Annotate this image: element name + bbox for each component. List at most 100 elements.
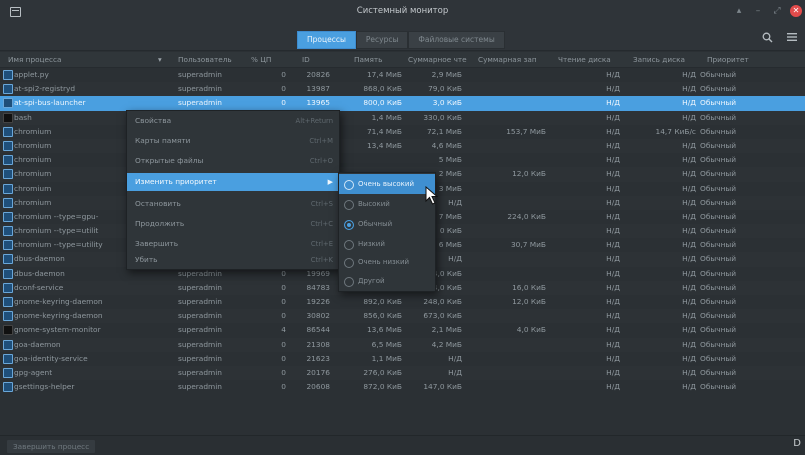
table-row[interactable]: gnome-keyring-daemon superadmin 0 30802 856,…: [0, 309, 805, 324]
cell-wtotal: [470, 338, 546, 352]
cell-mem: 13,6 МиБ: [366, 325, 402, 335]
hamburger-menu-icon[interactable]: [787, 32, 797, 45]
cell-wdisk: Н/Д: [682, 112, 696, 122]
cell-pid: 30802: [306, 311, 330, 321]
cell-mem: 856,0 КиБ: [363, 311, 402, 321]
col-header-pid[interactable]: ID: [302, 52, 332, 67]
col-header-total-write[interactable]: Суммарная зап: [478, 52, 558, 67]
priority-normal[interactable]: Обычный: [339, 214, 435, 234]
search-icon[interactable]: [762, 32, 773, 46]
priority-custom[interactable]: Другой: [339, 271, 435, 291]
cell-cpu: 4: [281, 325, 286, 335]
table-row[interactable]: chromium 5 МиБ Н/Д Н/Д Обычный: [0, 153, 805, 167]
priority-low[interactable]: Низкий: [339, 234, 435, 254]
cell-prio: Обычный: [700, 155, 737, 165]
process-icon: [3, 254, 13, 265]
cell-wdisk: Н/Д: [682, 382, 696, 392]
cell-cpu: 0: [281, 353, 286, 363]
table-row[interactable]: bash21,4 МиБ330,0 КиБН/ДН/ДОбычный: [0, 110, 805, 125]
cell-wtotal: 153,7 МиБ: [506, 126, 546, 136]
table-row[interactable]: goa-daemon superadmin 0 21308 6,5 МиБ 4,2 МиБ…: [0, 337, 805, 352]
menu-item-memory-maps[interactable]: Карты памяти Ctrl+M: [127, 132, 339, 150]
cell-user: superadmin: [178, 70, 222, 79]
menu-item-change-priority[interactable]: Изменить приоритет ▶: [127, 173, 339, 191]
cell-wdisk: Н/Д: [682, 226, 696, 236]
maximize-button[interactable]: –: [752, 5, 764, 17]
cell-rtotal: 330,0 КиБ: [423, 112, 462, 122]
cell-name: goa-daemon: [14, 339, 61, 349]
col-header-disk-write[interactable]: Запись диска: [633, 52, 703, 67]
radio-icon: [344, 200, 354, 210]
cell-mem: 1,1 МиБ: [371, 353, 402, 363]
mouse-pointer-icon: [425, 186, 439, 205]
process-icon: [3, 211, 13, 222]
cell-wtotal: [470, 309, 546, 323]
col-header-user[interactable]: Пользователь: [178, 52, 250, 67]
cell-cpu: 0: [281, 311, 286, 321]
cell-wdisk: Н/Д: [682, 70, 696, 79]
cell-cpu: 0: [281, 382, 286, 392]
cell-wtotal: [470, 182, 546, 196]
process-icon: [3, 367, 13, 378]
cell-cpu: 0: [281, 297, 286, 306]
cell-pid: 20176: [306, 367, 330, 377]
cell-rdisk: Н/Д: [606, 70, 620, 79]
menu-item-kill[interactable]: Убить Ctrl+K: [127, 251, 339, 269]
restore-button[interactable]: ⤢: [771, 5, 783, 17]
cell-rtotal: 3,0 КиБ: [432, 98, 462, 108]
col-header-disk-read[interactable]: Чтение диска: [558, 52, 628, 67]
priority-very-low[interactable]: Очень низкий: [339, 252, 435, 272]
priority-very-high[interactable]: Очень высокий: [339, 174, 435, 194]
cell-rdisk: Н/Д: [606, 297, 620, 306]
view-tabs: Процессы Ресурсы Файловые системы: [297, 31, 505, 49]
cell-name: gnome-keyring-daemon: [14, 297, 103, 306]
cell-wtotal: 12,0 КиБ: [512, 297, 546, 306]
col-header-cpu[interactable]: % ЦП: [251, 52, 281, 67]
table-row[interactable]: gpg-agent superadmin 0 20176 276,0 КиБ Н/Д Н/Д…: [0, 365, 805, 381]
table-row[interactable]: chromium213,4 МиБ4,6 МиБН/ДН/ДОбычный: [0, 138, 805, 154]
menu-item-open-files[interactable]: Открытые файлы Ctrl+O: [127, 152, 339, 170]
table-row[interactable]: applet.py superadmin 0 20826 17,4 МиБ 2,9 МиБ…: [0, 68, 805, 82]
process-icon: [3, 240, 13, 251]
process-context-menu: Свойства Alt+Return Карты памяти Ctrl+M От…: [126, 110, 340, 270]
tab-filesystems[interactable]: Файловые системы: [408, 31, 505, 49]
col-header-name[interactable]: Имя процесса: [8, 52, 148, 67]
table-row[interactable]: gnome-keyring-daemon superadmin 0 19226 892,…: [0, 295, 805, 309]
cell-pid: 21623: [306, 353, 330, 363]
table-row[interactable]: at-spi-bus-launcher superadmin 0 13965 800,0…: [0, 96, 805, 111]
cell-rtotal: 72,1 МиБ: [426, 126, 462, 136]
tab-processes[interactable]: Процессы: [297, 31, 356, 49]
sort-chevron-down-icon[interactable]: ▾: [158, 52, 170, 67]
cell-wtotal: [470, 252, 546, 266]
cell-name: at-spi-bus-launcher: [14, 98, 86, 108]
cell-pid: 21308: [306, 339, 330, 349]
cell-prio: Обычный: [700, 353, 737, 363]
menu-item-properties[interactable]: Свойства Alt+Return: [127, 112, 339, 130]
cell-cpu: 0: [281, 84, 286, 94]
table-row[interactable]: gsettings-helper superadmin 0 20608 872,0 Ки…: [0, 380, 805, 394]
table-row[interactable]: goa-identity-service superadmin 0 21623 1,1 …: [0, 352, 805, 366]
table-row[interactable]: at-spi2-registryd superadmin 0 13987 868,0 К…: [0, 82, 805, 97]
col-header-memory[interactable]: Память: [354, 52, 404, 67]
cell-mem: 6,5 МиБ: [371, 339, 402, 349]
col-header-total-read[interactable]: Суммарное чте: [408, 52, 476, 67]
close-button[interactable]: ✕: [790, 5, 802, 17]
cell-rdisk: Н/Д: [606, 155, 620, 165]
cell-prio: Обычный: [700, 311, 737, 321]
end-process-button[interactable]: Завершить процесс: [6, 439, 97, 454]
menu-item-continue[interactable]: Продолжить Ctrl+C: [127, 215, 339, 233]
tab-resources[interactable]: Ресурсы: [355, 31, 409, 49]
priority-high[interactable]: Высокий: [339, 194, 435, 214]
table-row[interactable]: chromium871,4 МиБ72,1 МиБ153,7 МиБН/Д14,…: [0, 125, 805, 139]
menu-item-stop[interactable]: Остановить Ctrl+S: [127, 195, 339, 213]
minimize-button[interactable]: ▴: [733, 5, 745, 17]
radio-checked-icon: [344, 220, 354, 230]
process-icon: [3, 325, 13, 336]
cell-name: goa-identity-service: [14, 353, 88, 363]
cell-rtotal: Н/Д: [448, 367, 462, 377]
process-icon: [3, 155, 13, 166]
cell-pid: 84783: [306, 282, 330, 292]
cell-rtotal: 248,0 КиБ: [423, 297, 462, 306]
col-header-priority[interactable]: Приоритет: [707, 52, 777, 67]
table-row[interactable]: gnome-system-monitor superadmin 4 86544 13,6…: [0, 323, 805, 337]
